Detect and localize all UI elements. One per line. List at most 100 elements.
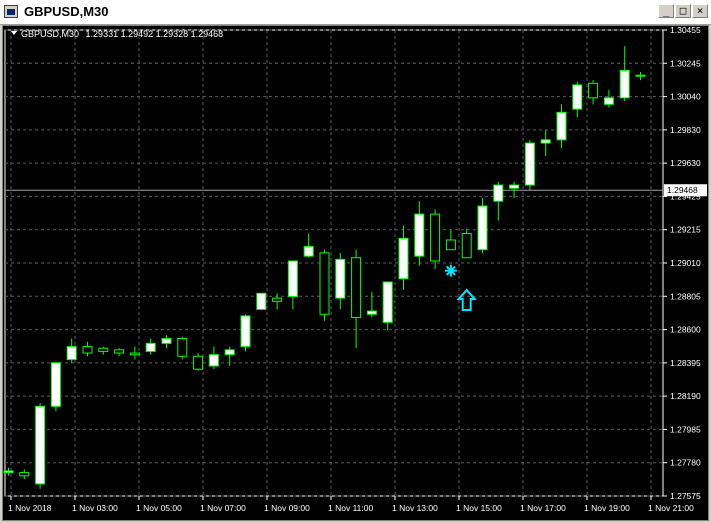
candle-body bbox=[319, 252, 330, 315]
price-tick-label: 1.30040 bbox=[670, 92, 701, 102]
minimize-button[interactable]: _ bbox=[658, 4, 674, 18]
candle bbox=[319, 249, 330, 321]
candle-body bbox=[603, 97, 614, 105]
candle-body bbox=[414, 213, 425, 257]
candle bbox=[224, 346, 235, 366]
time-tick-label: 1 Nov 17:00 bbox=[520, 503, 566, 513]
candle-body bbox=[572, 84, 583, 110]
candle bbox=[208, 346, 219, 370]
candle bbox=[398, 225, 409, 291]
candle-body bbox=[398, 237, 409, 280]
price-tick-label: 1.29010 bbox=[670, 258, 701, 268]
price-tick-label: 1.30455 bbox=[670, 26, 701, 35]
candle-body bbox=[588, 82, 599, 99]
candle bbox=[366, 291, 377, 318]
price-tick-label: 1.28395 bbox=[670, 358, 701, 368]
candle-body bbox=[177, 338, 188, 357]
candle-body bbox=[208, 354, 219, 367]
window-titlebar[interactable]: GBPUSD,M30 _ □ × bbox=[0, 0, 711, 25]
candle bbox=[619, 46, 630, 102]
candle bbox=[556, 104, 567, 148]
time-tick-label: 1 Nov 07:00 bbox=[200, 503, 246, 513]
candle-body bbox=[50, 362, 61, 407]
candle-body bbox=[493, 184, 504, 202]
candle bbox=[145, 338, 156, 355]
candle bbox=[540, 130, 551, 156]
candle-body bbox=[161, 338, 172, 344]
candle bbox=[240, 314, 251, 352]
candle-body bbox=[635, 74, 646, 77]
candle bbox=[382, 281, 393, 331]
candles bbox=[3, 46, 646, 489]
candle-body bbox=[461, 233, 472, 259]
candle bbox=[272, 293, 283, 310]
candle bbox=[493, 181, 504, 221]
time-tick-label: 1 Nov 13:00 bbox=[392, 503, 438, 513]
price-tick-label: 1.30245 bbox=[670, 58, 701, 68]
candle bbox=[461, 228, 472, 259]
price-tick-label: 1.29830 bbox=[670, 125, 701, 135]
candle bbox=[19, 469, 30, 480]
candle-body bbox=[619, 69, 630, 99]
time-tick-label: 1 Nov 03:00 bbox=[72, 503, 118, 513]
candle bbox=[287, 260, 298, 310]
time-tick-label: 1 Nov 09:00 bbox=[264, 503, 310, 513]
candle bbox=[177, 336, 188, 360]
time-tick-label: 1 Nov 2018 bbox=[8, 503, 52, 513]
candle bbox=[572, 81, 583, 118]
candle bbox=[256, 292, 267, 310]
up-arrow-marker bbox=[456, 288, 477, 312]
time-axis: 1 Nov 2018 1 Nov 03:00 1 Nov 05:00 1 Nov 07… bbox=[8, 496, 694, 513]
close-button[interactable]: × bbox=[692, 4, 708, 18]
candle-body bbox=[114, 349, 125, 354]
candle bbox=[414, 201, 425, 266]
candle-body bbox=[524, 142, 535, 186]
time-tick-label: 1 Nov 21:00 bbox=[648, 503, 694, 513]
candle bbox=[351, 249, 362, 349]
price-tick-label: 1.28805 bbox=[670, 291, 701, 301]
candle bbox=[35, 403, 46, 489]
candle-body bbox=[35, 405, 46, 485]
candle bbox=[603, 89, 614, 108]
candle-body bbox=[3, 470, 14, 474]
price-tick-label: 1.27575 bbox=[670, 491, 701, 501]
candle bbox=[114, 348, 125, 357]
candle bbox=[445, 230, 456, 251]
time-tick-label: 1 Nov 19:00 bbox=[584, 503, 630, 513]
candle-body bbox=[19, 472, 30, 477]
candle-body bbox=[272, 297, 283, 302]
candle-body bbox=[129, 352, 140, 356]
maximize-button[interactable]: □ bbox=[675, 4, 691, 18]
candle bbox=[524, 139, 535, 190]
candle-body bbox=[303, 245, 314, 257]
candle-body bbox=[366, 310, 377, 315]
candle-body bbox=[351, 257, 362, 319]
price-tick-label: 1.29215 bbox=[670, 225, 701, 235]
candle-body bbox=[256, 292, 267, 310]
candle-body bbox=[430, 213, 441, 262]
candle-body bbox=[224, 349, 235, 356]
chart-area[interactable]: GBPUSD,M30 1.29331 1.29492 1.29328 1.294… bbox=[2, 25, 709, 521]
candle bbox=[477, 197, 488, 253]
candle-body bbox=[287, 260, 298, 298]
price-tick-label: 1.27985 bbox=[670, 424, 701, 434]
candlestick-chart[interactable]: GBPUSD,M30 1.29331 1.29492 1.29328 1.294… bbox=[3, 26, 708, 520]
chart-grid bbox=[4, 29, 664, 497]
candle bbox=[129, 346, 140, 360]
candle-body bbox=[240, 315, 251, 348]
price-axis: 1.30455 1.30245 1.30040 1.29830 1.29630 1.294… bbox=[663, 26, 707, 501]
price-tick-label: 1.28600 bbox=[670, 325, 701, 335]
chart-symbol: GBPUSD,M30 bbox=[21, 29, 79, 39]
candle-body bbox=[445, 239, 456, 251]
candle bbox=[430, 209, 441, 270]
chart-window-icon[interactable] bbox=[4, 5, 18, 18]
candle-body bbox=[66, 346, 77, 361]
candle-body bbox=[509, 184, 520, 189]
time-tick-label: 1 Nov 11:00 bbox=[328, 503, 373, 513]
price-tick-label: 1.29630 bbox=[670, 158, 701, 168]
candle bbox=[635, 71, 646, 81]
candle-body bbox=[382, 281, 393, 323]
price-tick-label: 1.28190 bbox=[670, 391, 701, 401]
candle bbox=[588, 80, 599, 105]
candle bbox=[193, 353, 204, 371]
